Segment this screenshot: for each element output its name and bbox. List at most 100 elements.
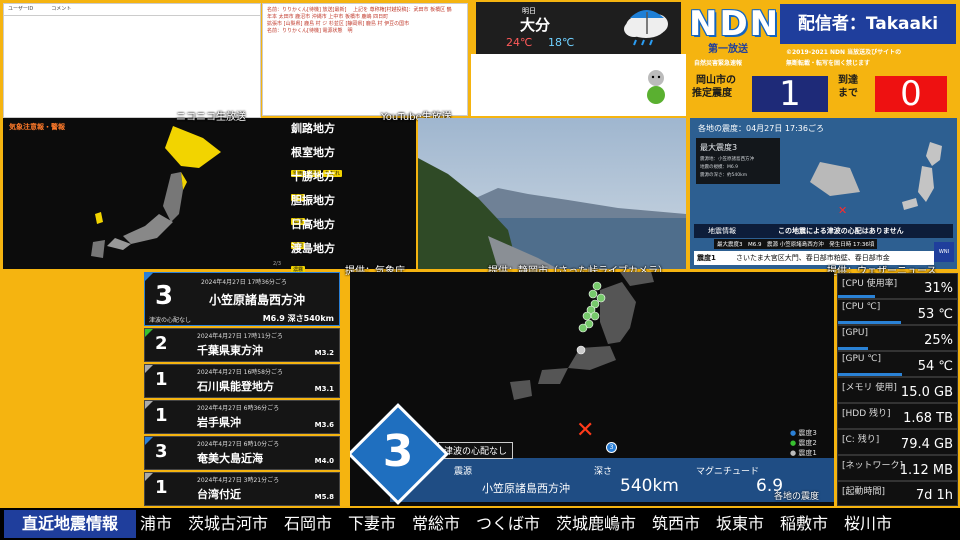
wni-banner-text: この地震による津波の心配はありません bbox=[778, 227, 904, 235]
legend-item: ● 震度3 bbox=[790, 429, 817, 437]
quake-intensity: 1 bbox=[155, 405, 168, 426]
quake-card[interactable]: 3 2024年4月27日 6時10分ごろ 奄美大島近海 M4.0 bbox=[144, 436, 340, 470]
stat-label: [GPU ℃] bbox=[842, 354, 881, 364]
depth-label: 深さ bbox=[594, 467, 613, 477]
region-name: 渡島地方 bbox=[291, 242, 335, 255]
wni-max-intensity: 最大震度3 bbox=[700, 143, 738, 152]
niconico-overlay: ニコニコ生放送 bbox=[176, 112, 246, 123]
stat-value: 1.12 MB bbox=[899, 463, 953, 478]
camera-scene bbox=[418, 118, 686, 269]
intensity-dots bbox=[576, 281, 606, 355]
copyright-line: ©2019-2021 NDN 当放送及びサイトの bbox=[786, 49, 902, 56]
stat-label: [起動時間] bbox=[842, 487, 886, 497]
comment-line: 拡張市 [山梨県] 鹿島 村 ジ 杉並区 [静岡県] 鹿島 村 伊豆の国市 bbox=[267, 21, 410, 27]
quake-intensity: 2 bbox=[155, 333, 168, 354]
stat-label: [C: 残り] bbox=[842, 435, 880, 445]
stat-label: [CPU 使用率] bbox=[842, 279, 898, 289]
weather-warning-map: 気象注意報・警報 2/3 釧路地方 根室地方 雷雨 濃霧 なだれ 十勝地方 濃霧 胆… bbox=[3, 118, 416, 273]
card-accent bbox=[145, 365, 153, 373]
quake-datetime: 2024年4月27日 6時10分ごろ bbox=[197, 441, 280, 448]
intensity-3-marker-icon: 3 bbox=[606, 442, 617, 453]
user-id-header: ユーザーID bbox=[8, 6, 34, 12]
quake-card[interactable]: 1 2024年4月27日 16時58分ごろ 石川県能登地方 M3.1 bbox=[144, 364, 340, 398]
card-accent bbox=[145, 329, 153, 337]
weather-panel: 明日 大分 24℃ 18℃ bbox=[476, 2, 681, 54]
quake-magnitude: M5.8 bbox=[314, 493, 334, 501]
stat-c-drive: [C: 残り] 79.4 GB bbox=[837, 429, 958, 455]
site-label-2: 推定震度 bbox=[692, 88, 732, 99]
stat-bar bbox=[838, 295, 875, 298]
quake-datetime: 2024年4月27日 17時36分ごろ bbox=[201, 279, 287, 286]
stat-value: 54 ℃ bbox=[917, 359, 953, 374]
wni-epicenter: 震源地：小笠原諸島西方沖 bbox=[700, 157, 754, 162]
epicenter-name: 小笠原諸島西方沖 bbox=[482, 482, 570, 495]
warning-region-list: 釧路地方 根室地方 雷雨 濃霧 なだれ 十勝地方 濃霧 胆振地方 濃霧 日高地方 濃… bbox=[291, 120, 411, 273]
quake-map-panel: ✕ 3 ● 震度3 ● 震度2 ● 震度1 津波の心配なし 3 震源 小笠原諸島… bbox=[350, 272, 834, 506]
stat-value: 31% bbox=[924, 281, 953, 296]
quake-intensity: 3 bbox=[155, 281, 174, 311]
wni-quake-panel: 各地の震度：04月27日 17:36ごろ 最大震度3 震源地：小笠原諸島西方沖 … bbox=[690, 118, 957, 269]
card-accent bbox=[145, 437, 153, 445]
quake-magnitude: M3.2 bbox=[314, 349, 334, 357]
stat-label: [メモリ 使用] bbox=[842, 383, 897, 393]
wni-magnitude: 地震の規模：M6.9 bbox=[700, 165, 739, 170]
quake-card-featured[interactable]: 3 2024年4月27日 17時36分ごろ 小笠原諸島西方沖 津波の心配なし M… bbox=[144, 272, 340, 326]
stat-value: 15.0 GB bbox=[900, 385, 953, 400]
stat-uptime: [起動時間] 7d 1h bbox=[837, 481, 958, 506]
ticker-label: 直近地震情報 bbox=[4, 510, 136, 538]
arrival-label: 到達 bbox=[838, 75, 858, 86]
warning-region: 根室地方 雷雨 濃霧 なだれ bbox=[291, 144, 411, 177]
stat-label: [CPU ℃] bbox=[842, 302, 881, 312]
quake-location: 石川県能登地方 bbox=[197, 380, 274, 393]
stat-value: 7d 1h bbox=[915, 488, 953, 503]
comment-header: ユーザーID コメント bbox=[4, 4, 260, 16]
region-name: 胆振地方 bbox=[291, 194, 335, 207]
comment-panel-1[interactable]: ユーザーID コメント bbox=[3, 3, 261, 118]
comment-panel-2[interactable]: 名前：りりかくん[待機] 放送[最新] 上記を 尊称権[村越投稿]：武田市 板橋… bbox=[262, 3, 468, 116]
legend-item: ● 震度2 bbox=[790, 439, 817, 447]
stat-value: 1.68 TB bbox=[903, 411, 953, 426]
quake-intensity: 1 bbox=[155, 369, 168, 390]
quake-card[interactable]: 2 2024年4月27日 17時11分ごろ 千葉県東方沖 M3.2 bbox=[144, 328, 340, 362]
wni-depth: 震源の深さ：約540km bbox=[700, 173, 748, 178]
site-label: 岡山市の bbox=[696, 75, 736, 86]
quake-magnitude: M6.9 深さ540km bbox=[262, 314, 334, 323]
caster-badge: 配信者：Takaaki bbox=[780, 4, 956, 44]
quake-datetime: 2024年4月27日 16時58分ごろ bbox=[197, 369, 283, 376]
quake-magnitude: M3.1 bbox=[314, 385, 334, 393]
magnitude-label: マグニチュード bbox=[696, 467, 760, 477]
quake-location: 千葉県東方沖 bbox=[197, 344, 263, 357]
wni-map bbox=[810, 142, 942, 210]
japan-warning-map bbox=[91, 126, 221, 258]
card-accent bbox=[145, 473, 153, 481]
tsunami-label: 津波の心配なし bbox=[438, 442, 514, 459]
quake-datetime: 2024年4月27日 6時36分ごろ bbox=[197, 405, 280, 412]
wni-banner-label: 地震情報 bbox=[708, 227, 736, 235]
warning-region: 日高地方 濃霧 bbox=[291, 216, 411, 249]
quake-intensity: 1 bbox=[155, 477, 168, 498]
quake-location: 台湾付近 bbox=[197, 488, 241, 501]
epicenter-label: 震源 bbox=[454, 467, 473, 477]
weather-high-temp: 24℃ bbox=[506, 36, 533, 49]
comment-line: 名前：りりかくん[待機] 電源状態 明 bbox=[267, 28, 353, 34]
copyright-line-2: 無断転載・転写を固く禁じます bbox=[786, 60, 871, 67]
stat-bar bbox=[838, 373, 903, 376]
stat-value: 53 ℃ bbox=[917, 307, 953, 322]
ticker-bar: 直近地震情報 浦市 茨城古河市 石岡市 下妻市 常総市 つくば市 茨城鹿嶋市 筑… bbox=[0, 508, 960, 540]
stat-bar bbox=[838, 321, 902, 324]
mascot-panel bbox=[471, 54, 686, 116]
card-accent bbox=[145, 273, 153, 281]
rain-cloud-icon bbox=[624, 10, 668, 46]
quake-magnitude: M4.0 bbox=[314, 457, 334, 465]
stat-value: 79.4 GB bbox=[900, 437, 953, 452]
wni-ticker-prefix: 震度1 bbox=[697, 254, 716, 262]
wni-epicenter-marker: ✕ bbox=[838, 204, 848, 217]
stat-gpu-temp: [GPU ℃] 54 ℃ bbox=[837, 351, 958, 377]
ndn-logo: NDN bbox=[689, 4, 781, 44]
quake-intensity: 3 bbox=[155, 441, 168, 462]
quake-card[interactable]: 1 2024年4月27日 3時21分ごろ 台湾付近 M5.8 bbox=[144, 472, 340, 506]
warning-page: 2/3 bbox=[273, 261, 282, 267]
quake-location: 奄美大島近海 bbox=[197, 452, 263, 465]
weather-low-temp: 18℃ bbox=[548, 36, 575, 49]
quake-card[interactable]: 1 2024年4月27日 6時36分ごろ 岩手県沖 M3.6 bbox=[144, 400, 340, 434]
